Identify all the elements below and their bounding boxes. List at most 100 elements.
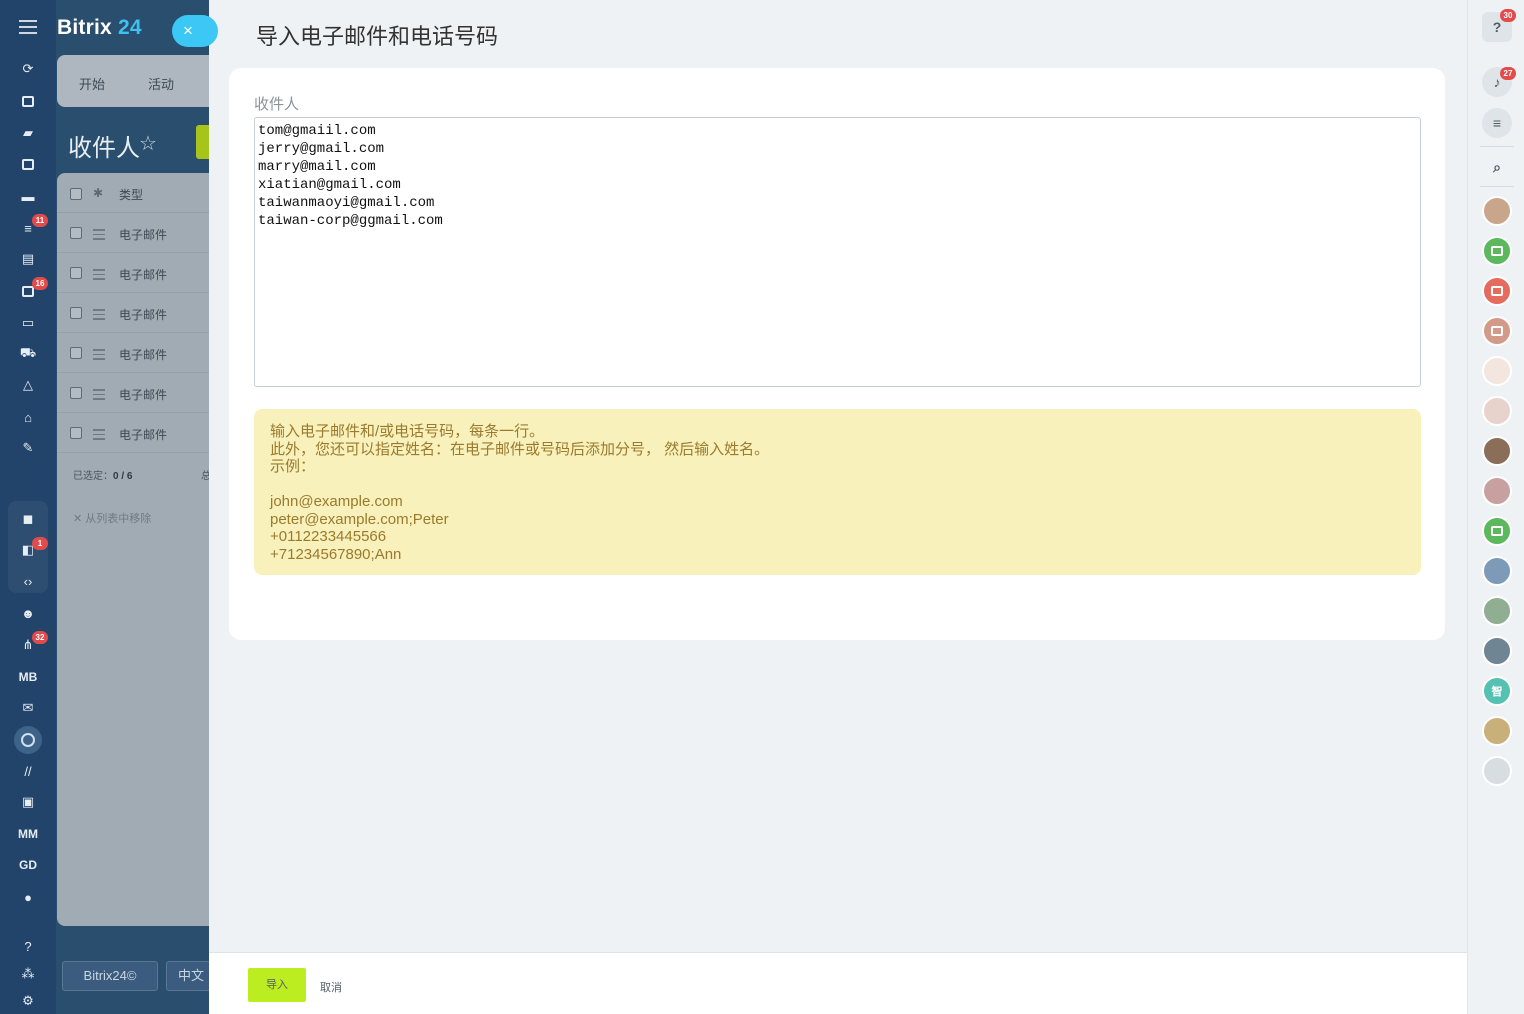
language-button[interactable]: 中文 — [166, 961, 209, 991]
cancel-button[interactable]: 取消 — [320, 979, 342, 995]
drive-icon[interactable]: ▬ — [20, 189, 36, 204]
table-row[interactable]: 电子邮件 — [57, 373, 209, 413]
tab-start[interactable]: 开始 — [79, 74, 105, 93]
divider — [1480, 146, 1514, 147]
table-row[interactable]: 电子邮件 — [57, 253, 209, 293]
row-checkbox[interactable] — [70, 227, 82, 239]
task-avatar-icon[interactable] — [1482, 516, 1512, 546]
drag-handle-icon[interactable] — [93, 269, 105, 283]
avatar[interactable] — [1482, 596, 1512, 626]
sites-icon[interactable]: △ — [20, 377, 36, 392]
row-checkbox[interactable] — [70, 307, 82, 319]
left-menu: ⟳ ▰ ▬ ≡ 11 ▤ 16 ▭ ⛟ △ ⌂ ✎ ◼ ◧ 1 ‹› ☻ ⋔ 3… — [0, 0, 56, 1014]
search-icon[interactable]: ⌕ — [1482, 152, 1512, 182]
drag-handle-icon[interactable] — [93, 389, 105, 403]
recipients-textarea[interactable]: tom@gmaiil.com jerry@gmail.com marry@mai… — [254, 117, 1421, 387]
menu-item-mb[interactable]: MB — [0, 670, 56, 684]
tab-activity[interactable]: 活动 — [148, 74, 174, 93]
chat-group-icon[interactable] — [1482, 236, 1512, 266]
chat-bubble-icon[interactable]: ≡ — [1482, 108, 1512, 138]
hamburger-icon[interactable] — [19, 20, 37, 38]
brand-number: 24 — [117, 16, 142, 39]
more-icon[interactable]: ● — [20, 890, 36, 905]
list-header: ✱ 类型 — [57, 173, 209, 213]
document-icon[interactable]: ▤ — [20, 251, 36, 266]
row-checkbox[interactable] — [70, 427, 82, 439]
page-title: 收件人 — [68, 135, 140, 162]
avatar[interactable] — [1482, 196, 1512, 226]
footer-brand-button[interactable]: Bitrix24© — [62, 961, 158, 991]
recipient-list: ✱ 类型 电子邮件 电子邮件 电子邮件 电子邮件 电子邮件 电子邮件 已选定：0… — [57, 173, 209, 926]
analytics-icon[interactable]: // — [20, 764, 36, 779]
remove-label: 从列表中移除 — [85, 513, 152, 525]
feed-icon[interactable]: ⟳ — [20, 61, 36, 76]
avatar[interactable] — [1482, 716, 1512, 746]
hint-line: 此外，您还可以指定姓名：在电子邮件或号码后添加分号， 然后输入姓名。 — [270, 440, 770, 458]
remove-from-list-button[interactable]: ✕ 从列表中移除 — [73, 510, 151, 526]
notification-badge: 16 — [32, 277, 48, 290]
help-icon[interactable]: ? — [20, 939, 36, 954]
close-icon: ✕ — [73, 513, 86, 525]
task-avatar-icon[interactable] — [1482, 316, 1512, 346]
row-type: 电子邮件 — [119, 428, 168, 442]
selected-value: 0 / 6 — [113, 471, 133, 482]
table-row[interactable]: 电子邮件 — [57, 333, 209, 373]
calendar-icon[interactable] — [20, 157, 36, 171]
mail-icon[interactable]: ✉ — [20, 700, 36, 715]
avatar[interactable] — [1482, 556, 1512, 586]
gear-icon[interactable]: ✱ — [93, 186, 103, 200]
brand-name: Bitrix — [57, 16, 112, 39]
avatar[interactable]: 智 — [1482, 676, 1512, 706]
import-slider: 导入电子邮件和电话号码 收件人 tom@gmaiil.com jerry@gma… — [209, 0, 1467, 1014]
import-form-card: 收件人 tom@gmaiil.com jerry@gmail.com marry… — [229, 68, 1445, 640]
notify-badge: 27 — [1500, 67, 1516, 80]
users-icon[interactable]: ☻ — [20, 606, 36, 621]
row-checkbox[interactable] — [70, 347, 82, 359]
row-checkbox[interactable] — [70, 267, 82, 279]
avatar[interactable] — [1482, 636, 1512, 666]
avatar[interactable] — [1482, 756, 1512, 786]
column-type: 类型 — [119, 188, 144, 202]
notification-badge: 11 — [32, 214, 48, 227]
drag-handle-icon[interactable] — [93, 349, 105, 363]
contact-card-icon[interactable]: ▭ — [20, 315, 36, 330]
box-icon[interactable]: ◼ — [20, 511, 36, 526]
hint-line: +0112233445566 — [270, 528, 387, 545]
table-row[interactable]: 电子邮件 — [57, 413, 209, 453]
avatar[interactable] — [1482, 436, 1512, 466]
chat-group-icon[interactable] — [1482, 276, 1512, 306]
selected-count: 已选定：0 / 6 — [73, 467, 132, 482]
table-row[interactable]: 电子邮件 — [57, 213, 209, 253]
video-icon[interactable]: ▣ — [20, 794, 36, 809]
star-icon[interactable]: ☆ — [139, 131, 157, 156]
import-button[interactable]: 导入 — [248, 968, 306, 1002]
marketing-target-icon[interactable] — [14, 726, 42, 754]
close-icon: × — [183, 21, 193, 40]
slider-title: 导入电子邮件和电话号码 — [256, 24, 499, 49]
sign-icon[interactable]: ✎ — [20, 440, 36, 455]
row-checkbox[interactable] — [70, 387, 82, 399]
chat-icon[interactable]: ▰ — [20, 125, 36, 140]
add-button-edge[interactable] — [196, 125, 209, 159]
avatar[interactable] — [1482, 356, 1512, 386]
cart-icon[interactable]: ⛟ — [20, 345, 36, 361]
drag-handle-icon[interactable] — [93, 429, 105, 443]
bank-icon[interactable]: ⌂ — [20, 410, 36, 425]
row-type: 电子邮件 — [119, 348, 168, 362]
select-all-checkbox[interactable] — [70, 188, 82, 200]
drag-handle-icon[interactable] — [93, 309, 105, 323]
hint-line: peter@example.com;Peter — [270, 510, 449, 528]
code-icon[interactable]: ‹› — [20, 574, 36, 589]
table-row[interactable]: 电子邮件 — [57, 293, 209, 333]
drag-handle-icon[interactable] — [93, 229, 105, 243]
avatar[interactable] — [1482, 476, 1512, 506]
hint-line: +71234567890;Ann — [270, 545, 402, 563]
menu-item-gd[interactable]: GD — [0, 858, 56, 872]
avatar[interactable] — [1482, 396, 1512, 426]
close-slider-button[interactable]: × — [172, 15, 218, 47]
structure-icon[interactable]: ⁂ — [20, 966, 36, 981]
tasks-icon[interactable] — [20, 94, 36, 108]
settings-icon[interactable]: ⚙ — [20, 993, 36, 1008]
background-app: ⟳ ▰ ▬ ≡ 11 ▤ 16 ▭ ⛟ △ ⌂ ✎ ◼ ◧ 1 ‹› ☻ ⋔ 3… — [0, 0, 209, 1014]
menu-item-mm[interactable]: MM — [0, 827, 56, 841]
